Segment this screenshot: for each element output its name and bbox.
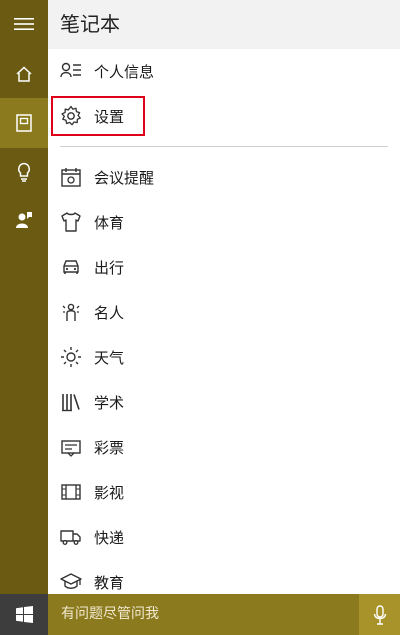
taskbar: 有问题尽管问我 (0, 594, 400, 635)
menu-item-label: 会议提醒 (94, 168, 155, 187)
feedback-button[interactable] (0, 196, 48, 244)
truck-icon (60, 526, 82, 548)
menu-item-label: 教育 (94, 573, 125, 592)
cortana-search-box[interactable]: 有问题尽管问我 (61, 594, 159, 635)
lightbulb-icon (18, 162, 30, 182)
person-list-icon (60, 60, 82, 82)
menu-item-label: 快递 (94, 528, 125, 547)
menu-item-label: 学术 (94, 393, 125, 412)
menu-item-label: 体育 (94, 213, 125, 232)
menu-item-label: 彩票 (94, 438, 125, 457)
menu-item-label: 名人 (94, 303, 125, 322)
menu-item-personal-info[interactable]: 个人信息 (48, 51, 400, 91)
menu-item-label: 影视 (94, 483, 125, 502)
menu-item-label: 个人信息 (94, 62, 155, 81)
menu-icon (14, 18, 34, 30)
sun-icon (60, 346, 82, 368)
reminders-button[interactable] (0, 148, 48, 196)
celebrity-icon (60, 301, 82, 323)
car-icon (60, 256, 82, 278)
menu-item-label: 天气 (94, 348, 125, 367)
home-button[interactable] (0, 50, 48, 98)
menu-item-weather[interactable]: 天气 (48, 337, 400, 377)
settings-highlight-box (51, 96, 145, 136)
start-button[interactable] (0, 594, 48, 635)
notebook-header: 笔记本 (48, 0, 400, 49)
menu-divider (60, 146, 388, 147)
menu-item-label: 出行 (94, 258, 125, 277)
menu-item-academic[interactable]: 学术 (48, 382, 400, 422)
menu-item-movies-tv[interactable]: 影视 (48, 472, 400, 512)
books-icon (60, 391, 82, 413)
notebook-icon (16, 114, 32, 132)
menu-item-travel[interactable]: 出行 (48, 247, 400, 287)
page-title: 笔记本 (60, 12, 120, 36)
jersey-icon (60, 211, 82, 233)
hamburger-menu-button[interactable] (0, 0, 48, 48)
microphone-button[interactable] (359, 594, 400, 635)
ticket-icon (60, 436, 82, 458)
microphone-icon (373, 604, 386, 625)
menu-item-express[interactable]: 快递 (48, 517, 400, 557)
menu-item-lottery[interactable]: 彩票 (48, 427, 400, 467)
windows-logo-icon (15, 606, 33, 623)
graduation-cap-icon (60, 571, 82, 593)
feedback-icon (16, 212, 32, 228)
menu-item-celebrities[interactable]: 名人 (48, 292, 400, 332)
film-icon (60, 481, 82, 503)
home-icon (16, 66, 32, 82)
left-rail (0, 0, 48, 594)
calendar-icon (60, 166, 82, 188)
menu-item-sports[interactable]: 体育 (48, 202, 400, 242)
notebook-button[interactable] (0, 98, 48, 148)
menu-item-meeting-reminders[interactable]: 会议提醒 (48, 157, 400, 197)
